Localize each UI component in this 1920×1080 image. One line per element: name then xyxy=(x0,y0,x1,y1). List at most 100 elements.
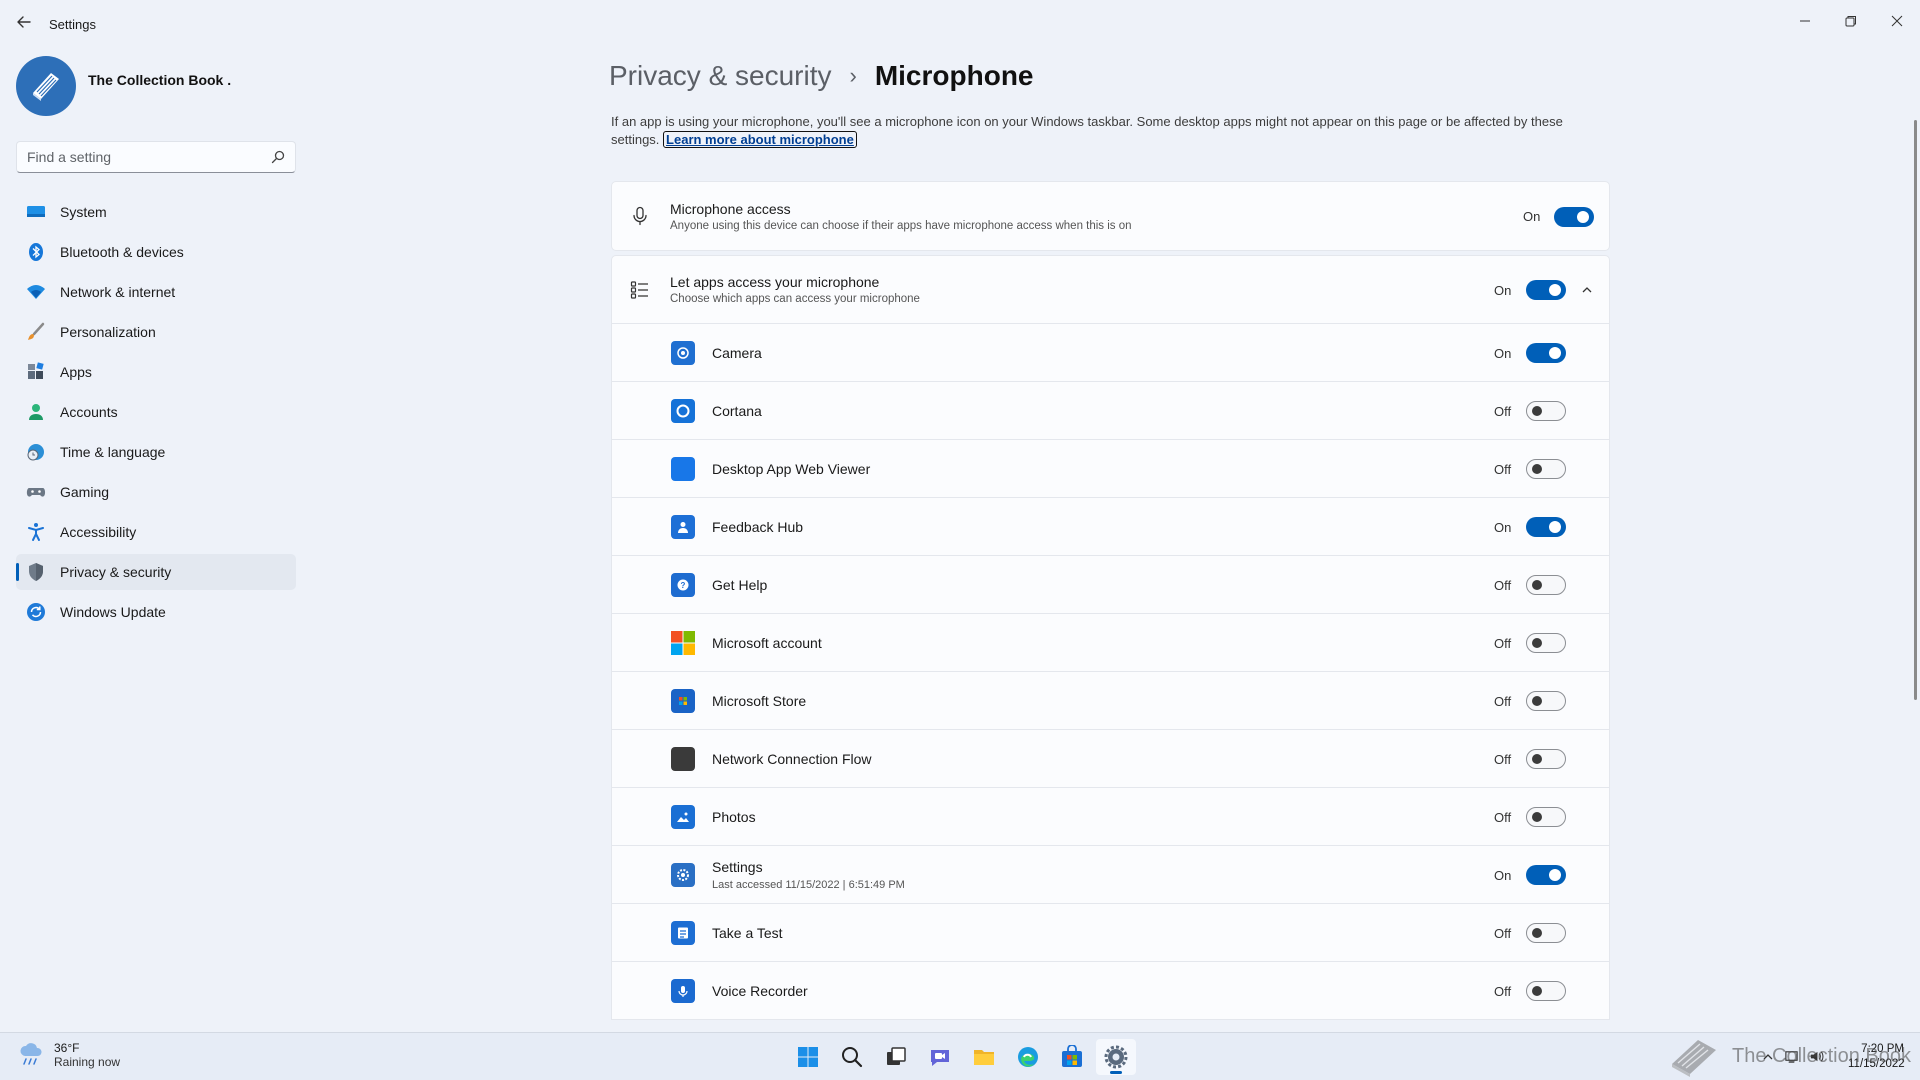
sidebar-item-apps[interactable]: Apps xyxy=(16,354,296,390)
sidebar-item-privacy-security[interactable]: Privacy & security xyxy=(16,554,296,590)
app-permission-state: Off xyxy=(1494,926,1512,941)
microphone-access-card: Microphone access Anyone using this devi… xyxy=(611,181,1610,251)
learn-more-link[interactable]: Learn more about microphone xyxy=(663,131,857,148)
chevron-up-icon[interactable] xyxy=(1581,284,1593,296)
breadcrumb-parent[interactable]: Privacy & security xyxy=(609,60,832,92)
sidebar-item-personalization[interactable]: Personalization xyxy=(16,314,296,350)
app-permission-state: Off xyxy=(1494,578,1512,593)
page-title: Microphone xyxy=(874,60,1034,91)
microsoft-store-button[interactable] xyxy=(1052,1039,1092,1075)
microphone-access-toggle[interactable] xyxy=(1554,207,1594,227)
microphone-access-title: Microphone access xyxy=(670,201,791,217)
app-name: Take a Test xyxy=(712,925,783,941)
restore-icon xyxy=(1845,16,1856,27)
feedback-hub-icon xyxy=(671,515,695,539)
edge-button[interactable] xyxy=(1008,1039,1048,1075)
sidebar-nav: System Bluetooth & devices Network & int… xyxy=(16,194,296,634)
sidebar-item-gaming[interactable]: Gaming xyxy=(16,474,296,510)
app-permission-state: Off xyxy=(1494,636,1512,651)
app-permission-toggle[interactable] xyxy=(1526,865,1566,885)
app-permission-state: Off xyxy=(1494,462,1512,477)
weather-widget[interactable]: 36°F Raining now xyxy=(18,1041,120,1069)
sidebar-item-label: Privacy & security xyxy=(60,564,172,580)
minimize-icon xyxy=(1800,20,1810,22)
sidebar-item-accessibility[interactable]: Accessibility xyxy=(16,514,296,550)
avatar[interactable] xyxy=(16,56,76,116)
app-permission-toggle[interactable] xyxy=(1526,575,1566,595)
file-explorer-button[interactable] xyxy=(964,1039,1004,1075)
app-permission-toggle[interactable] xyxy=(1526,923,1566,943)
scrollbar[interactable] xyxy=(1914,120,1917,700)
rain-cloud-icon xyxy=(20,1043,42,1065)
sidebar-item-label: Apps xyxy=(60,364,92,380)
app-permission-row: Cortana Off xyxy=(611,382,1610,440)
app-permission-toggle[interactable] xyxy=(1526,459,1566,479)
network-flow-icon xyxy=(671,747,695,771)
sidebar-item-system[interactable]: System xyxy=(16,194,296,230)
sidebar-item-accounts[interactable]: Accounts xyxy=(16,394,296,430)
sidebar-item-network[interactable]: Network & internet xyxy=(16,274,296,310)
app-permission-toggle[interactable] xyxy=(1526,517,1566,537)
back-arrow-icon xyxy=(17,16,31,28)
let-apps-access-subtitle: Choose which apps can access your microp… xyxy=(670,293,920,305)
chat-button[interactable] xyxy=(920,1039,960,1075)
app-list-icon xyxy=(630,281,648,299)
search-input[interactable] xyxy=(17,142,295,172)
voice-recorder-icon xyxy=(671,979,695,1003)
minimize-button[interactable] xyxy=(1782,6,1828,36)
app-permission-row: Microsoft Store Off xyxy=(611,672,1610,730)
app-permission-toggle[interactable] xyxy=(1526,691,1566,711)
app-permission-row: Take a Test Off xyxy=(611,904,1610,962)
let-apps-access-header[interactable]: Let apps access your microphone Choose w… xyxy=(611,255,1610,324)
app-permission-toggle[interactable] xyxy=(1526,981,1566,1001)
monitor-icon xyxy=(26,202,46,222)
store-icon xyxy=(671,689,695,713)
app-name: Microsoft Store xyxy=(712,693,807,709)
restore-button[interactable] xyxy=(1828,6,1874,36)
let-apps-access-toggle[interactable] xyxy=(1526,280,1566,300)
app-permission-toggle[interactable] xyxy=(1526,749,1566,769)
file-explorer-icon xyxy=(974,1050,994,1065)
start-button[interactable] xyxy=(788,1039,828,1075)
close-button[interactable] xyxy=(1874,6,1920,36)
let-apps-access-state: On xyxy=(1494,283,1512,298)
watermark-text: The Collection Book xyxy=(1732,1044,1911,1067)
app-permission-list: Camera On Cortana Off Desktop App Web Viewer… xyxy=(611,324,1610,1020)
app-name: Desktop App Web Viewer xyxy=(712,461,871,477)
app-permission-toggle[interactable] xyxy=(1526,633,1566,653)
globe-clock-icon xyxy=(26,442,46,462)
taskbar-search-button[interactable] xyxy=(832,1039,872,1075)
sidebar-item-time-language[interactable]: Time & language xyxy=(16,434,296,470)
settings-taskbar-button[interactable] xyxy=(1096,1039,1136,1075)
microphone-access-state: On xyxy=(1523,209,1541,224)
task-view-button[interactable] xyxy=(876,1039,916,1075)
profile-name: The Collection Book . xyxy=(88,72,232,88)
task-view-icon xyxy=(887,1047,906,1065)
app-permission-state: Off xyxy=(1494,984,1512,999)
sidebar-item-label: Personalization xyxy=(60,324,156,340)
sidebar-item-label: Windows Update xyxy=(60,604,166,620)
app-permission-row: Camera On xyxy=(611,324,1610,382)
search-icon[interactable] xyxy=(271,150,285,164)
sidebar-item-label: Time & language xyxy=(60,444,166,460)
gamepad-icon xyxy=(26,482,46,502)
take-a-test-icon xyxy=(671,921,695,945)
sidebar-item-label: Gaming xyxy=(60,484,110,500)
let-apps-access-title: Let apps access your microphone xyxy=(670,274,880,290)
sidebar-item-label: Network & internet xyxy=(60,284,176,300)
back-button[interactable] xyxy=(14,12,34,32)
app-permission-toggle[interactable] xyxy=(1526,401,1566,421)
close-icon xyxy=(1891,15,1903,27)
app-permission-toggle[interactable] xyxy=(1526,807,1566,827)
update-icon xyxy=(26,602,46,622)
app-permission-state: Off xyxy=(1494,404,1512,419)
sidebar-item-windows-update[interactable]: Windows Update xyxy=(16,594,296,630)
microsoft-logo-icon xyxy=(671,631,695,655)
app-permission-row: Photos Off xyxy=(611,788,1610,846)
app-permission-state: On xyxy=(1494,520,1512,535)
web-viewer-icon xyxy=(671,457,695,481)
app-name: Settings xyxy=(712,859,763,875)
app-permission-row: Desktop App Web Viewer Off xyxy=(611,440,1610,498)
app-permission-toggle[interactable] xyxy=(1526,343,1566,363)
sidebar-item-bluetooth[interactable]: Bluetooth & devices xyxy=(16,234,296,270)
